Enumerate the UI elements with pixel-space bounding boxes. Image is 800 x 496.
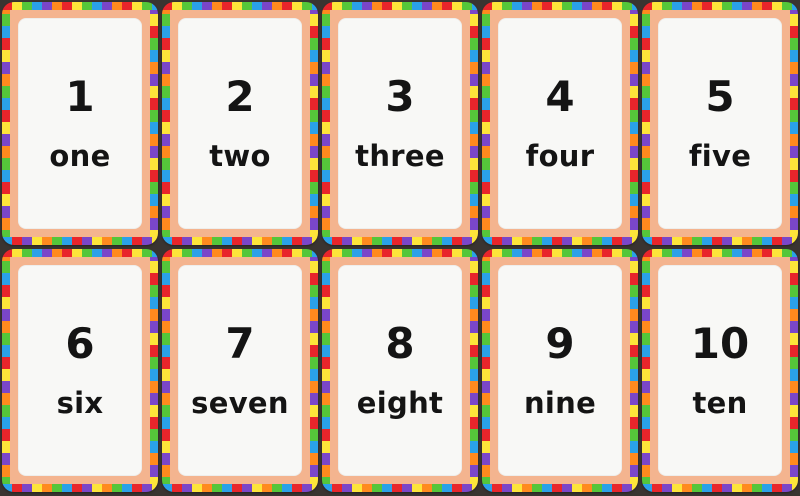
number-card-7: 7 seven: [162, 249, 318, 492]
number-card-4: 4 four: [482, 2, 638, 245]
flashcard-grid: 1 one 2 two 3 three 4 four 5 five 6 six: [0, 0, 800, 496]
card-numeral: 9: [545, 319, 575, 368]
card-face: 3 three: [338, 18, 462, 229]
card-face: 4 four: [498, 18, 622, 229]
number-card-9: 9 nine: [482, 249, 638, 492]
number-card-1: 1 one: [2, 2, 158, 245]
card-face: 6 six: [18, 265, 142, 476]
card-word: four: [525, 139, 595, 173]
card-numeral: 6: [65, 319, 95, 368]
card-word: nine: [523, 386, 597, 420]
card-word: ten: [692, 386, 748, 420]
card-word: five: [688, 139, 752, 173]
card-word: two: [209, 139, 271, 173]
card-face: 1 one: [18, 18, 142, 229]
card-face: 5 five: [658, 18, 782, 229]
number-card-10: 10 ten: [642, 249, 798, 492]
card-face: 9 nine: [498, 265, 622, 476]
number-card-5: 5 five: [642, 2, 798, 245]
card-face: 7 seven: [178, 265, 302, 476]
card-face: 10 ten: [658, 265, 782, 476]
card-word: six: [56, 386, 104, 420]
number-card-6: 6 six: [2, 249, 158, 492]
card-word: three: [355, 139, 445, 173]
number-card-2: 2 two: [162, 2, 318, 245]
card-numeral: 8: [385, 319, 415, 368]
card-numeral: 7: [225, 319, 255, 368]
card-word: seven: [191, 386, 289, 420]
card-numeral: 4: [545, 72, 575, 121]
card-numeral: 2: [225, 72, 255, 121]
card-word: eight: [356, 386, 444, 420]
number-card-3: 3 three: [322, 2, 478, 245]
card-face: 2 two: [178, 18, 302, 229]
card-numeral: 10: [690, 319, 750, 368]
card-word: one: [49, 139, 111, 173]
card-numeral: 1: [65, 72, 95, 121]
card-numeral: 3: [385, 72, 415, 121]
number-card-8: 8 eight: [322, 249, 478, 492]
card-numeral: 5: [705, 72, 735, 121]
card-face: 8 eight: [338, 265, 462, 476]
